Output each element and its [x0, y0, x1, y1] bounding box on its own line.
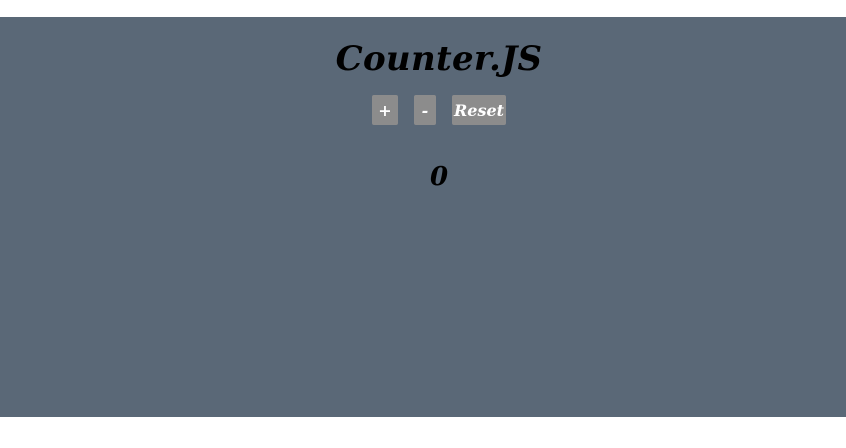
counter-value: 0 [429, 162, 449, 192]
reset-button[interactable]: Reset [452, 95, 506, 125]
app-panel: Counter.JS + - Reset 0 [0, 17, 846, 417]
decrement-button[interactable]: - [414, 95, 436, 125]
counter-controls: + - Reset [0, 95, 846, 125]
page-title: Counter.JS [335, 39, 543, 79]
increment-button[interactable]: + [372, 95, 398, 125]
